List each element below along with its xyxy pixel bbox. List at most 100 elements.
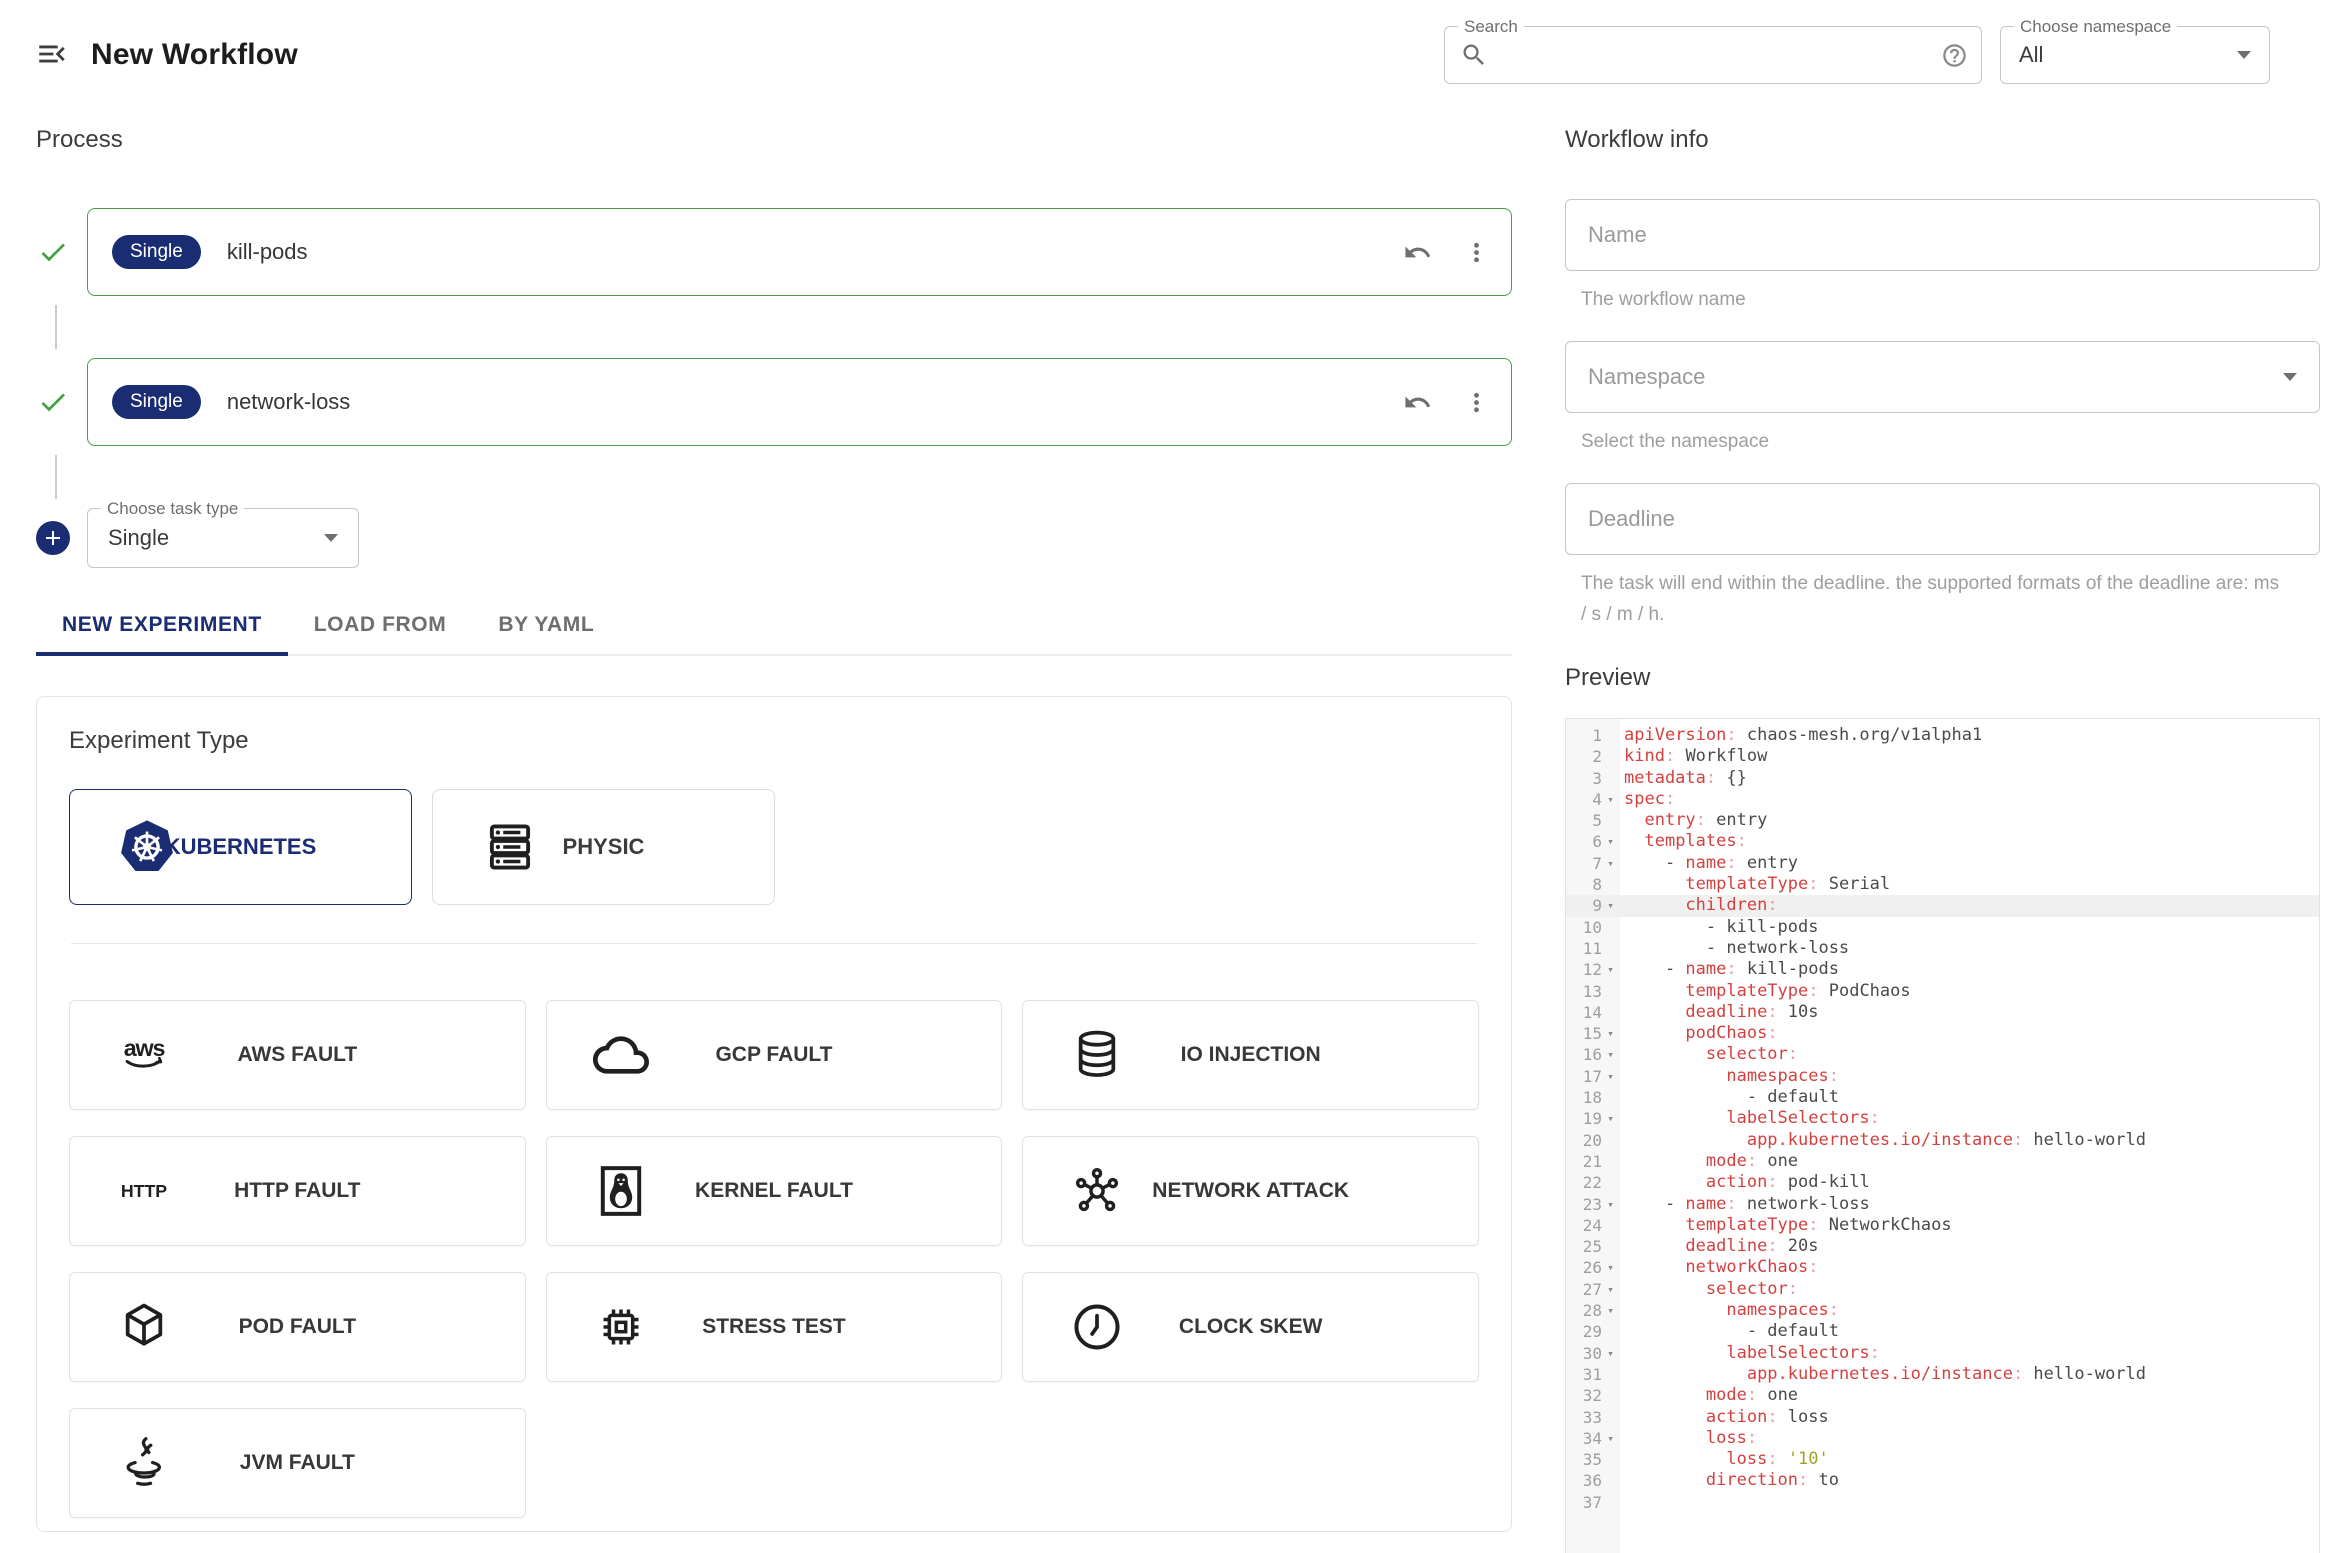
code-text: entry: entry [1624, 810, 1767, 831]
experiment-kind-card[interactable]: NETWORK ATTACK [1022, 1136, 1479, 1246]
workflow-deadline-placeholder: Deadline [1588, 506, 1675, 532]
chip-icon [593, 1299, 649, 1355]
fold-arrow-icon[interactable]: ▾ [1602, 1066, 1619, 1087]
task-row: Single kill-pods [36, 208, 1512, 296]
line-number: 24 [1566, 1215, 1602, 1236]
fold-arrow-icon[interactable]: ▾ [1602, 1428, 1619, 1449]
code-text: templateType: NetworkChaos [1624, 1215, 1952, 1236]
code-line: 5 entry: entry [1566, 810, 2319, 831]
code-text: podChaos: [1624, 1023, 1778, 1044]
line-number: 3 [1566, 768, 1602, 789]
code-text: - name: kill-pods [1624, 959, 1839, 980]
undo-icon[interactable] [1403, 388, 1432, 417]
menu-open-icon[interactable] [33, 36, 71, 74]
code-line: 9▾ children: [1566, 895, 2319, 916]
experiment-kind-label: HTTP FAULT [234, 1179, 360, 1203]
page-title: New Workflow [91, 38, 298, 72]
fold-arrow-icon[interactable]: ▾ [1602, 959, 1619, 980]
add-task-button[interactable] [36, 521, 70, 555]
experiment-kind-card[interactable]: AWS FAULT [69, 1000, 526, 1110]
experiment-kind-card[interactable]: STRESS TEST [546, 1272, 1003, 1382]
search-icon [1460, 41, 1488, 69]
search-label: Search [1458, 16, 1524, 38]
fold-arrow-icon[interactable]: ▾ [1602, 1343, 1619, 1364]
line-number: 33 [1566, 1407, 1602, 1428]
experiment-kind-card[interactable]: POD FAULT [69, 1272, 526, 1382]
line-number: 23 [1566, 1194, 1602, 1215]
main-layout: Process Single kill-pods Single network-… [0, 100, 2342, 1553]
line-number: 34 [1566, 1428, 1602, 1449]
task-type-select[interactable]: Choose task type Single [87, 508, 359, 568]
code-line: 31 app.kubernetes.io/instance: hello-wor… [1566, 1364, 2319, 1385]
cloud-icon [593, 1027, 649, 1083]
experiment-kind-label: CLOCK SKEW [1179, 1315, 1323, 1339]
fold-arrow-icon[interactable]: ▾ [1602, 853, 1619, 874]
tab-new-experiment[interactable]: NEW EXPERIMENT [36, 596, 288, 654]
fold-arrow-icon[interactable]: ▾ [1602, 1023, 1619, 1044]
line-number: 19 [1566, 1108, 1602, 1129]
line-number: 8 [1566, 874, 1602, 895]
line-number: 21 [1566, 1151, 1602, 1172]
code-text: children: [1624, 895, 1778, 916]
fold-arrow-icon[interactable]: ▾ [1602, 1300, 1619, 1321]
experiment-kind-label: NETWORK ATTACK [1152, 1179, 1349, 1203]
code-text: deadline: 20s [1624, 1236, 1819, 1257]
task-connector-line [55, 305, 1512, 349]
experiment-kind-card[interactable]: IO INJECTION [1022, 1000, 1479, 1110]
divider [71, 943, 1477, 944]
search-input[interactable] [1498, 42, 1941, 68]
line-number: 14 [1566, 1002, 1602, 1023]
line-number: 35 [1566, 1449, 1602, 1470]
tab-by-yaml[interactable]: BY YAML [472, 596, 620, 654]
fold-arrow-icon[interactable]: ▾ [1602, 895, 1619, 916]
fold-arrow-icon[interactable]: ▾ [1602, 789, 1619, 810]
code-text: metadata: {} [1624, 768, 1747, 789]
code-text: - network-loss [1624, 938, 1849, 959]
code-line: 28▾ namespaces: [1566, 1300, 2319, 1321]
line-number: 10 [1566, 917, 1602, 938]
search-field[interactable]: Search [1444, 26, 1982, 84]
experiment-kind-label: IO INJECTION [1181, 1043, 1321, 1067]
workflow-namespace-select[interactable]: Namespace [1565, 341, 2320, 413]
task-card[interactable]: Single network-loss [87, 358, 1512, 446]
tab-load-from[interactable]: LOAD FROM [288, 596, 473, 654]
line-number: 26 [1566, 1257, 1602, 1278]
help-icon[interactable] [1941, 42, 1968, 69]
fold-arrow-icon[interactable]: ▾ [1602, 1044, 1619, 1065]
experiment-kind-card[interactable]: CLOCK SKEW [1022, 1272, 1479, 1382]
experiment-type-kubernetes[interactable]: KUBERNETES [69, 789, 412, 905]
database-icon [1069, 1027, 1125, 1083]
undo-icon[interactable] [1403, 238, 1432, 267]
experiment-type-physic[interactable]: PHYSIC [432, 789, 775, 905]
workflow-deadline-field[interactable]: Deadline [1565, 483, 2320, 555]
namespace-select[interactable]: Choose namespace All [2000, 26, 2270, 84]
workflow-name-field[interactable]: Name [1565, 199, 2320, 271]
code-line: 23▾ - name: network-loss [1566, 1194, 2319, 1215]
line-number: 1 [1566, 725, 1602, 746]
code-line: 33 action: loss [1566, 1407, 2319, 1428]
task-connector-line [55, 455, 1512, 499]
more-vert-icon[interactable] [1462, 238, 1491, 267]
fold-arrow-icon[interactable]: ▾ [1602, 1194, 1619, 1215]
fold-arrow-icon[interactable]: ▾ [1602, 1108, 1619, 1129]
experiment-kind-card[interactable]: HTTP FAULT [69, 1136, 526, 1246]
code-line: 15▾ podChaos: [1566, 1023, 2319, 1044]
experiment-kind-card[interactable]: KERNEL FAULT [546, 1136, 1003, 1246]
more-vert-icon[interactable] [1462, 388, 1491, 417]
line-number: 37 [1566, 1492, 1602, 1513]
experiment-kind-card[interactable]: JVM FAULT [69, 1408, 526, 1518]
code-line: 17▾ namespaces: [1566, 1066, 2319, 1087]
fold-arrow-icon[interactable]: ▾ [1602, 831, 1619, 852]
code-line: 36 direction: to [1566, 1470, 2319, 1491]
line-number: 12 [1566, 959, 1602, 980]
code-line: 19▾ labelSelectors: [1566, 1108, 2319, 1129]
line-number: 7 [1566, 853, 1602, 874]
experiment-kind-card[interactable]: GCP FAULT [546, 1000, 1003, 1110]
yaml-preview-editor[interactable]: 1apiVersion: chaos-mesh.org/v1alpha12kin… [1565, 718, 2320, 1553]
fold-arrow-icon[interactable]: ▾ [1602, 1279, 1619, 1300]
code-text: selector: [1624, 1279, 1798, 1300]
task-type-value: Single [108, 525, 169, 551]
line-number: 15 [1566, 1023, 1602, 1044]
task-card[interactable]: Single kill-pods [87, 208, 1512, 296]
fold-arrow-icon[interactable]: ▾ [1602, 1257, 1619, 1278]
